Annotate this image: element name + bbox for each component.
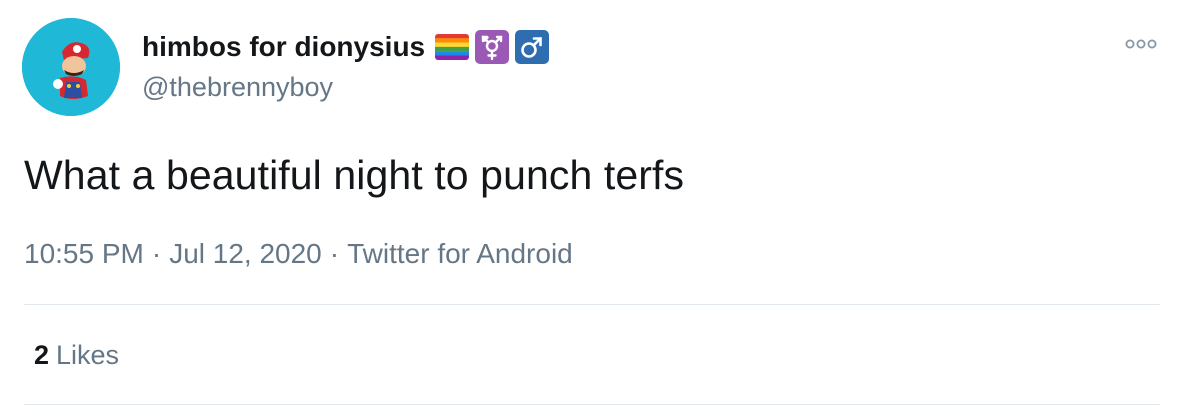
likes-label: Likes (56, 340, 120, 370)
tweet-time[interactable]: 10:55 PM (24, 238, 144, 269)
tweet-date[interactable]: Jul 12, 2020 (169, 238, 322, 269)
divider (24, 304, 1160, 305)
divider (24, 404, 1160, 405)
likes-count: 2 (34, 340, 50, 370)
avatar[interactable] (22, 18, 120, 116)
display-name[interactable]: himbos for dionysius (142, 31, 425, 63)
likes-stat[interactable]: 2 Likes (34, 340, 119, 371)
user-handle[interactable]: @thebrennyboy (142, 72, 333, 103)
more-options-icon[interactable] (1124, 36, 1158, 52)
meta-separator: · (151, 238, 162, 269)
tweet-source[interactable]: Twitter for Android (347, 238, 573, 269)
avatar-mario-icon (22, 18, 120, 116)
transgender-symbol-icon (475, 30, 510, 64)
rainbow-flag-icon (435, 34, 470, 60)
display-name-row: himbos for dionysius (142, 28, 550, 66)
meta-separator: · (329, 238, 340, 269)
male-sign-icon (515, 30, 550, 64)
tweet-card: himbos for dionysius @thebrennyboy What … (0, 0, 1188, 406)
tweet-metadata: 10:55 PM · Jul 12, 2020 · Twitter for Androi… (24, 238, 573, 270)
tweet-text: What a beautiful night to punch terfs (24, 152, 685, 198)
